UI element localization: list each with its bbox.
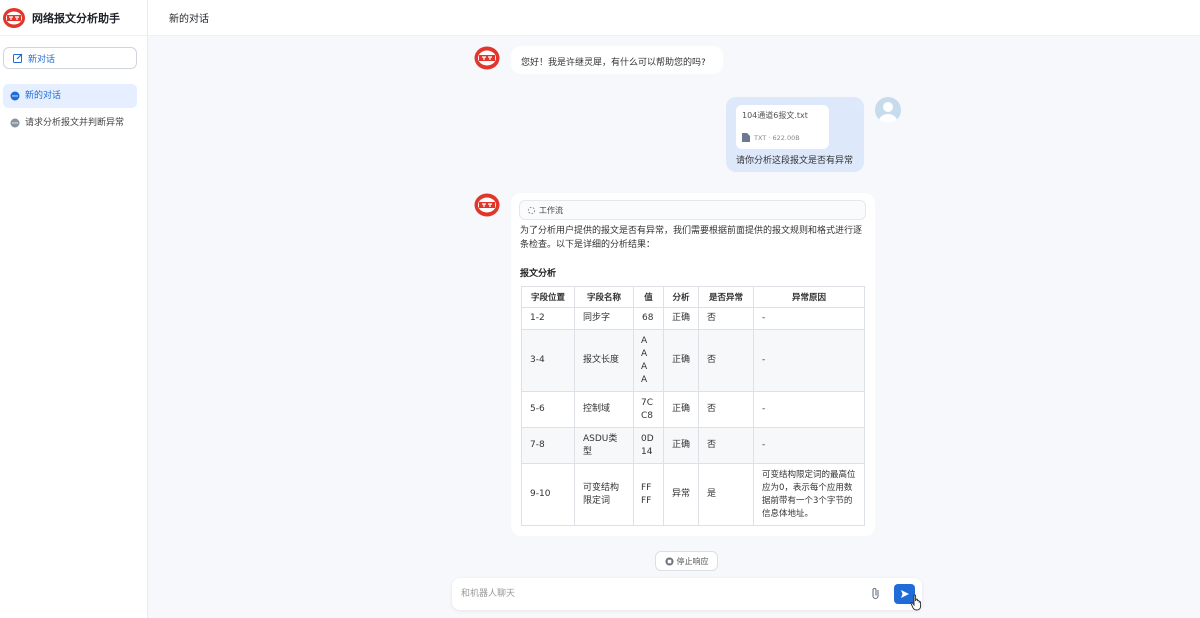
workflow-toggle[interactable]: 工作流 bbox=[519, 200, 866, 220]
cell-analysis: 正确 bbox=[663, 307, 699, 330]
col-header: 字段名称 bbox=[574, 286, 634, 308]
cell-value: 0D 14 bbox=[633, 427, 664, 464]
cell-is-abnormal: 否 bbox=[698, 307, 754, 330]
cell-value: A A A A bbox=[633, 329, 664, 392]
table-row: 1-2 同步字 68 正确 否 - bbox=[521, 307, 865, 330]
stop-response-label: 停止响应 bbox=[676, 556, 709, 566]
new-chat-button[interactable]: 新对话 bbox=[3, 47, 137, 69]
stop-icon bbox=[664, 556, 674, 566]
cell-is-abnormal: 否 bbox=[698, 329, 754, 392]
cell-is-abnormal: 否 bbox=[698, 391, 754, 428]
cell-analysis: 正确 bbox=[663, 329, 699, 392]
analysis-intro: 为了分析用户提供的报文是否有异常，我们需要根据前面提供的报文规则和格式进行逐条检… bbox=[520, 226, 863, 250]
cell-value: FF FF bbox=[633, 463, 664, 526]
table-row: 9-10 可变结构限定词 FF FF 异常 是 可变结构限定词的最高位应为0，表… bbox=[521, 463, 865, 526]
chat-bubble-icon bbox=[10, 118, 20, 128]
attachment-meta: TXT · 622.00B bbox=[742, 133, 823, 142]
col-header: 异常原因 bbox=[753, 286, 865, 308]
cell-field-name: ASDU类型 bbox=[574, 427, 634, 464]
cell-reason: - bbox=[753, 329, 865, 392]
cell-analysis: 正确 bbox=[663, 391, 699, 428]
cell-analysis: 异常 bbox=[663, 463, 699, 526]
table-row: 7-8 ASDU类型 0D 14 正确 否 - bbox=[521, 427, 865, 464]
bot-avatar-icon bbox=[474, 193, 500, 217]
edit-icon bbox=[13, 53, 23, 63]
conversation-title: 新的对话 bbox=[169, 14, 209, 25]
greeting-text: 您好！我是许继灵犀，有什么可以帮助您的吗? bbox=[521, 58, 706, 68]
cell-position: 1-2 bbox=[521, 307, 575, 330]
conversation-item-analysis[interactable]: 请求分析报文并判断异常 bbox=[3, 111, 137, 135]
conversation-label: 请求分析报文并判断异常 bbox=[25, 118, 125, 128]
section-title: 报文分析 bbox=[520, 269, 557, 279]
app-logo-icon bbox=[3, 7, 25, 28]
cell-analysis: 正确 bbox=[663, 427, 699, 464]
analysis-table: 字段位置 字段名称 值 分析 是否异常 异常原因 1-2 同步字 68 正确 否… bbox=[521, 286, 865, 526]
bot-message-greeting: 您好！我是许继灵犀，有什么可以帮助您的吗? bbox=[511, 46, 723, 74]
send-icon bbox=[900, 590, 909, 598]
col-header: 值 bbox=[633, 286, 664, 308]
cell-reason: - bbox=[753, 307, 865, 330]
cell-reason: - bbox=[753, 427, 865, 464]
user-message: 104通道6报文.txt TXT · 622.00B 请你分析这段报文是否有异常 bbox=[726, 97, 864, 172]
col-header: 是否异常 bbox=[698, 286, 754, 308]
user-message-text: 请你分析这段报文是否有异常 bbox=[736, 156, 854, 166]
sidebar: 网络报文分析助手 新对话 新的对话 请求分析报文并判断异常 bbox=[0, 0, 148, 618]
bot-avatar-icon bbox=[474, 46, 500, 70]
cell-field-name: 控制域 bbox=[574, 391, 634, 428]
cell-position: 3-4 bbox=[521, 329, 575, 392]
cell-field-name: 同步字 bbox=[574, 307, 634, 330]
chat-bubble-icon bbox=[10, 91, 20, 101]
cell-position: 5-6 bbox=[521, 391, 575, 428]
cell-is-abnormal: 是 bbox=[698, 463, 754, 526]
col-header: 字段位置 bbox=[521, 286, 575, 308]
cell-reason: - bbox=[753, 391, 865, 428]
file-icon bbox=[742, 133, 750, 142]
cell-field-name: 可变结构限定词 bbox=[574, 463, 634, 526]
cell-position: 9-10 bbox=[521, 463, 575, 526]
col-header: 分析 bbox=[663, 286, 699, 308]
app-title: 网络报文分析助手 bbox=[32, 11, 120, 25]
cell-position: 7-8 bbox=[521, 427, 575, 464]
attachment-card[interactable]: 104通道6报文.txt TXT · 622.00B bbox=[736, 105, 829, 149]
chat-composer bbox=[452, 578, 922, 610]
top-bar: 新的对话 bbox=[148, 0, 1200, 36]
cell-field-name: 报文长度 bbox=[574, 329, 634, 392]
brand: 网络报文分析助手 bbox=[0, 0, 147, 36]
hand-cursor-icon bbox=[910, 594, 922, 611]
loading-spinner-icon bbox=[527, 206, 536, 214]
stop-response-button[interactable]: 停止响应 bbox=[655, 551, 718, 571]
attachment-name: 104通道6报文.txt bbox=[742, 111, 808, 120]
conversation-item-new[interactable]: 新的对话 bbox=[3, 84, 137, 108]
table-row: 5-6 控制域 7C C8 正确 否 - bbox=[521, 391, 865, 428]
cell-value: 7C C8 bbox=[633, 391, 664, 428]
workflow-label: 工作流 bbox=[539, 205, 563, 215]
user-avatar bbox=[875, 97, 901, 123]
user-avatar-icon bbox=[879, 102, 897, 123]
table-row: 3-4 报文长度 A A A A 正确 否 - bbox=[521, 329, 865, 392]
bot-message-analysis: 工作流 为了分析用户提供的报文是否有异常，我们需要根据前面提供的报文规则和格式进… bbox=[511, 193, 875, 536]
new-chat-label: 新对话 bbox=[28, 54, 56, 65]
paperclip-icon[interactable] bbox=[870, 587, 882, 600]
conversation-label: 新的对话 bbox=[25, 91, 62, 101]
cell-reason: 可变结构限定词的最高位应为0，表示每个应用数据前带有一个3个字节的信息体地址。 bbox=[753, 463, 865, 526]
table-header-row: 字段位置 字段名称 值 分析 是否异常 异常原因 bbox=[521, 286, 865, 308]
chat-input[interactable] bbox=[461, 585, 851, 603]
conversation-list: 新的对话 请求分析报文并判断异常 bbox=[3, 84, 137, 138]
attachment-meta-text: TXT · 622.00B bbox=[754, 133, 800, 142]
cell-is-abnormal: 否 bbox=[698, 427, 754, 464]
cell-value: 68 bbox=[633, 307, 664, 330]
